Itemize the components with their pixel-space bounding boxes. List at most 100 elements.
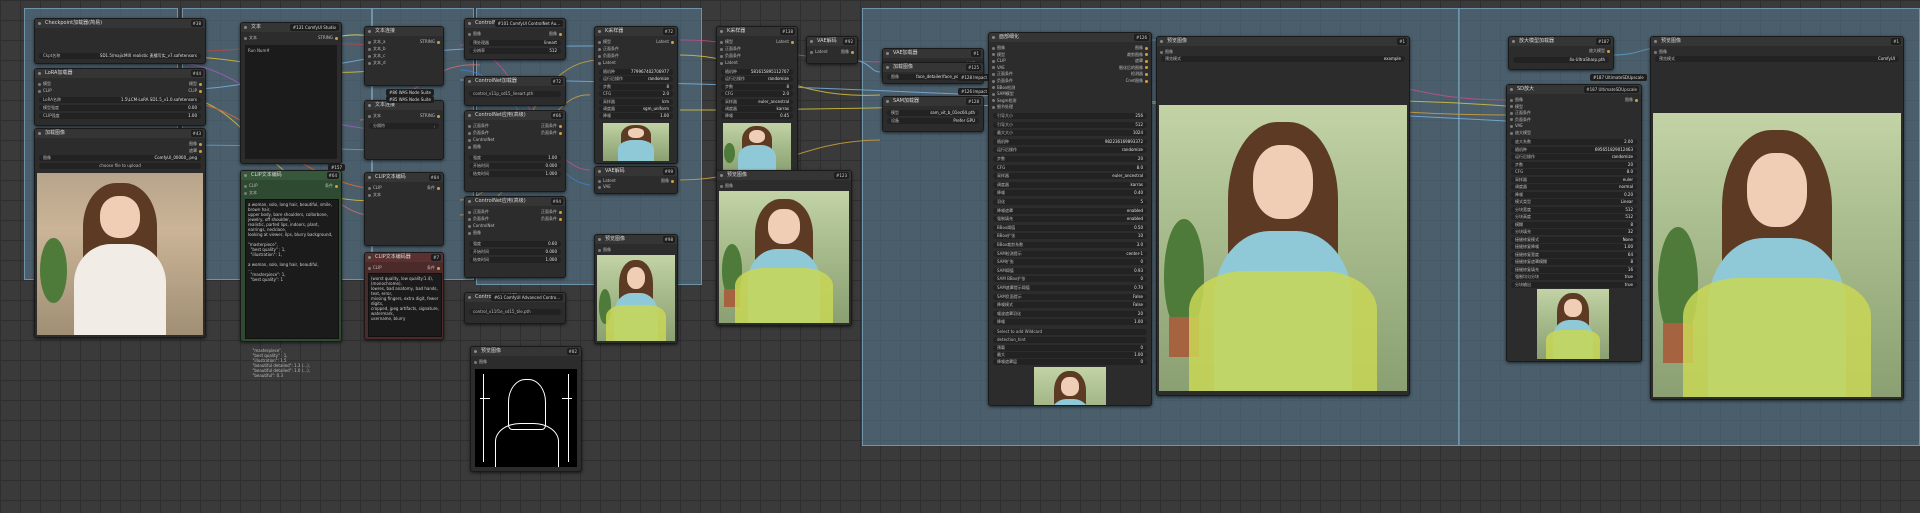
input-socket[interactable]: 正面条件: [991, 71, 1013, 77]
widget-row[interactable]: 放大系数 2.00: [1511, 139, 1637, 145]
input-socket[interactable]: 文本: [367, 113, 381, 119]
widget-row[interactable]: 接缝修复模式 None: [1511, 236, 1637, 243]
output-socket[interactable]: 图像: [189, 141, 203, 147]
widget-row[interactable]: 步数 8: [721, 83, 793, 90]
clip-text-encode-positive-node[interactable]: CLIP文本编码 #64 CLIP 文本 条件 a woman, solo, l…: [240, 170, 342, 342]
controlnet-model-combo[interactable]: control_v11f1e_sd15_tile.pth: [469, 309, 561, 315]
input-socket[interactable]: CLIP: [991, 58, 1006, 64]
widget-row[interactable]: SAM阈值 0.93: [993, 267, 1147, 274]
input-socket[interactable]: ControlNet: [467, 137, 494, 143]
preview-mode-field[interactable]: 预览模式 example: [1161, 56, 1405, 62]
start-percent-slider[interactable]: 开始时间 0.000: [469, 163, 561, 169]
preview-image-node[interactable]: 预览图像 #98 图像: [594, 234, 678, 344]
text-concat-separator-node[interactable]: 文本连接 文本 STRING 分隔符,: [364, 100, 444, 160]
ksampler-node[interactable]: K采样器 #72 模型 正面条件 负面条件 Latent Latent 随机种 7…: [594, 26, 678, 164]
widget-row[interactable]: 最大 1.00: [993, 352, 1147, 358]
output-socket[interactable]: 正面条件: [541, 209, 563, 215]
input-socket[interactable]: BBox检测: [991, 85, 1015, 91]
input-socket[interactable]: CLIP: [37, 88, 52, 94]
output-socket[interactable]: 负面条件: [541, 130, 563, 136]
output-socket[interactable]: 条件: [427, 185, 441, 191]
widget-row[interactable]: 运行后操作 randomize: [993, 147, 1147, 154]
load-image-node[interactable]: 加载图像 #43 图像 遮罩 图像 ComfyUI_00060_.png choo…: [34, 128, 206, 338]
output-socket[interactable]: 裁剪图像: [1127, 52, 1149, 58]
output-socket[interactable]: 负面条件: [541, 216, 563, 222]
node-graph-canvas[interactable]: Checkpoint加载器(简易) #38 Ckpt名称 SD1.5/majic…: [0, 0, 1920, 513]
input-socket[interactable]: 负面条件: [597, 53, 619, 59]
input-socket[interactable]: 图像: [719, 183, 733, 189]
input-socket[interactable]: Latent: [597, 60, 616, 66]
widget-row[interactable]: SAM扩张 0: [993, 259, 1147, 266]
output-socket[interactable]: STRING: [318, 35, 339, 41]
output-socket[interactable]: 图像: [1625, 97, 1639, 103]
widget-row[interactable]: 步数 20: [993, 156, 1147, 162]
widget-row[interactable]: 分块高度 512: [1511, 214, 1637, 220]
input-socket[interactable]: 正面条件: [719, 46, 741, 52]
input-socket[interactable]: VAE: [991, 65, 1005, 71]
preview-mode-field[interactable]: 预览模式 ComfyUI: [1655, 56, 1899, 62]
input-socket[interactable]: 图像: [597, 247, 611, 253]
widget-row[interactable]: 降噪 1.00: [599, 113, 673, 120]
widget-row[interactable]: SAM负面提示 False: [993, 293, 1147, 300]
widget-row[interactable]: 接缝修复遮罩模糊 8: [1511, 259, 1637, 265]
preprocessor-combo[interactable]: 预处理器 lineart: [469, 40, 561, 46]
widget-row[interactable]: 调度器 sgm_uniform: [599, 106, 673, 112]
input-socket[interactable]: Segm检测: [991, 98, 1016, 104]
input-socket[interactable]: 图像: [1653, 49, 1667, 55]
prompt-text-area[interactable]: a woman, solo, long hair, beautiful, smi…: [245, 199, 339, 339]
input-socket[interactable]: 文本_a: [367, 39, 385, 45]
face-detailer-node[interactable]: 面部细化 #126 图像 模型 CLIP VAE 正面条件 负面条件 BBox检测 SAM模型…: [988, 32, 1152, 406]
output-socket[interactable]: STRING: [420, 113, 441, 119]
output-socket[interactable]: Cnet图像: [1126, 78, 1149, 84]
input-socket[interactable]: 图像: [467, 31, 481, 37]
input-socket[interactable]: SAM模型: [991, 91, 1014, 97]
widget-row[interactable]: 调度器 normal: [1511, 184, 1637, 190]
sam-loader-node[interactable]: SAM加载器 #128 模型 sam_vit_b_01ec64.pth 设备 Pre…: [882, 96, 984, 132]
input-socket[interactable]: 模型: [719, 39, 733, 45]
output-socket[interactable]: CLIP: [188, 88, 203, 94]
output-socket[interactable]: 细化后的图像: [1119, 65, 1149, 71]
controlnet-preprocessor-node[interactable]: ControlNet应用(高级) #101 ComfyUI ControlNet…: [464, 18, 566, 60]
widget-row[interactable]: 分块宽度 512: [1511, 206, 1637, 213]
input-socket[interactable]: 负面条件: [467, 216, 489, 222]
widget-row[interactable]: SAM遮罩提示阈值 0.70: [993, 285, 1147, 291]
widget-row[interactable]: 预载 0: [993, 345, 1147, 351]
clip-strength-slider[interactable]: CLIP强度 1.00: [39, 113, 201, 119]
input-socket[interactable]: 细节处理: [991, 104, 1013, 110]
output-socket[interactable]: STRING: [420, 39, 441, 45]
output-socket[interactable]: Latent: [776, 39, 795, 45]
widget-row[interactable]: CFG 8.0: [993, 164, 1147, 171]
widget-row[interactable]: SAM检测提示 center-1: [993, 250, 1147, 257]
input-socket[interactable]: CLIP: [367, 185, 382, 191]
input-socket[interactable]: 正面条件: [467, 123, 489, 129]
image-combo[interactable]: 图像 ComfyUI_00060_.png: [39, 155, 201, 161]
widget-row[interactable]: 随机种 581615895112707: [721, 69, 793, 75]
output-socket[interactable]: 图像: [1135, 45, 1149, 51]
input-socket[interactable]: 文本_c: [367, 53, 385, 59]
widget-row[interactable]: 接缝修复降噪 1.00: [1511, 244, 1637, 250]
text-concat-node[interactable]: 文本连接 文本_a 文本_b 文本_c 文本_d STRING: [364, 26, 444, 86]
input-socket[interactable]: 放大模型: [1509, 130, 1531, 136]
widget-row[interactable]: 最大大小 1024: [993, 130, 1147, 137]
detection-hint-field[interactable]: detection_hint: [993, 337, 1147, 343]
device-mode-combo[interactable]: 设备 Prefer GPU: [887, 118, 979, 124]
widget-row[interactable]: 降噪 0.45: [721, 113, 793, 120]
input-socket[interactable]: 图像: [1509, 97, 1523, 103]
output-socket[interactable]: 条件: [325, 183, 339, 189]
ksampler-refine-node[interactable]: K采样器 #138 模型 正面条件 负面条件 Latent Latent 随机种…: [716, 26, 798, 178]
end-percent-slider[interactable]: 结束时间 1.000: [469, 171, 561, 177]
input-socket[interactable]: 图像: [467, 230, 481, 236]
input-socket[interactable]: 模型: [37, 81, 51, 87]
upload-button[interactable]: choose file to upload: [39, 163, 201, 169]
output-socket[interactable]: Latent: [656, 39, 675, 45]
input-socket[interactable]: 图像: [1159, 49, 1173, 55]
widget-row[interactable]: 降噪 0.20: [1511, 191, 1637, 198]
output-socket[interactable]: 模型: [189, 81, 203, 87]
widget-row[interactable]: 降噪遮罩层 0: [993, 359, 1147, 365]
widget-row[interactable]: 采样器 euler_ancestral: [993, 173, 1147, 180]
vae-decode-node[interactable]: VAE解码 #99 Latent VAE 图像: [594, 166, 678, 194]
widget-row[interactable]: BBox阈值 0.50: [993, 224, 1147, 231]
widget-row[interactable]: 噪波遮罩羽化 20: [993, 310, 1147, 317]
controlnet-loader-lineart-node[interactable]: ControlNet加载器 #72 control_v11p_sd15_line…: [464, 76, 566, 106]
widget-row[interactable]: SAM BBox扩张 0: [993, 276, 1147, 283]
